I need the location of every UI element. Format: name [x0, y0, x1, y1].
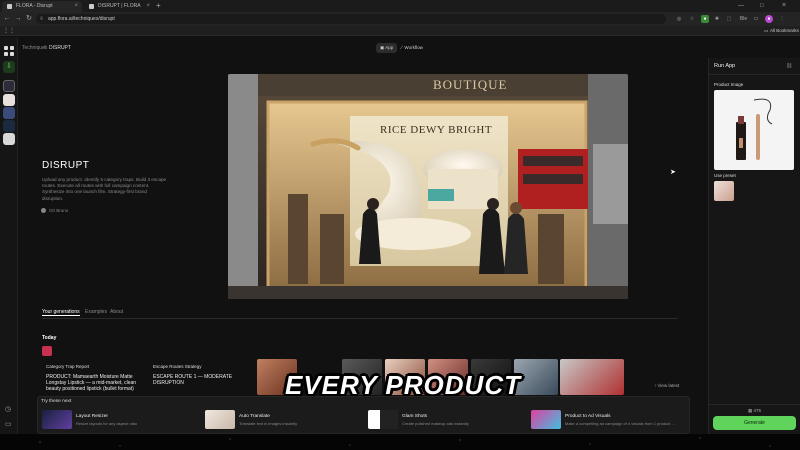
flora-favicon-icon — [89, 4, 94, 9]
run-app-title: Run App — [714, 63, 736, 69]
breadcrumb-current: DISRUPT — [49, 45, 71, 51]
tool-thumbnail[interactable] — [42, 410, 72, 429]
preset-thumbnail[interactable] — [714, 181, 734, 201]
today-heading: Today — [42, 335, 57, 341]
browser-tab-active[interactable]: DISRUPT | FLORA × — [84, 1, 154, 12]
tool-thumbnail[interactable] — [205, 410, 235, 429]
product-image-label: Product Image — [714, 82, 744, 87]
page-title: DISRUPT — [42, 160, 90, 171]
flora-favicon-icon — [7, 4, 12, 9]
tool-thumbnail[interactable] — [531, 410, 561, 429]
lipstick-product-icon — [736, 98, 773, 160]
view-latest-button[interactable]: ↑ View latest — [654, 383, 679, 388]
tab-title: DISRUPT | FLORA — [98, 3, 141, 9]
reload-icon[interactable]: ↻ — [23, 12, 35, 26]
folder-icon: ▭ — [764, 28, 769, 33]
bottom-background — [0, 434, 800, 450]
author-avatar — [41, 208, 46, 213]
tool-description: Create polished makeup ads instantly — [402, 421, 469, 426]
credits-value: 475 — [753, 408, 762, 413]
tool-thumbnail[interactable] — [368, 410, 398, 429]
breadcrumb-separator: / — [44, 45, 46, 51]
new-tab-icon[interactable]: + — [156, 0, 161, 12]
tool-description: Make a compelling ad campaign of 4 visua… — [565, 421, 675, 426]
screen: FLORA - Disrupt × DISRUPT | FLORA × + — … — [0, 0, 800, 450]
address-bar[interactable]: ⌾ app.flora.ai/techniques/disrupt — [36, 14, 666, 24]
folder-icon[interactable]: ▭ — [5, 420, 12, 428]
tab-about[interactable]: About — [110, 309, 123, 315]
project-thumb-icon[interactable] — [3, 80, 15, 92]
extension-icon[interactable]: ◎ — [675, 15, 683, 23]
tool-name[interactable]: Glam Shots — [402, 414, 427, 419]
card-tag: Category Trap Report — [46, 364, 90, 369]
product-image-upload[interactable] — [714, 90, 794, 170]
tool-description: Translate text in images instantly — [239, 421, 298, 426]
project-thumb-icon[interactable] — [3, 94, 15, 106]
generation-thumbnail[interactable] — [560, 359, 624, 395]
mouse-cursor-icon: ➤ — [670, 169, 676, 176]
card-tag: Escape Routes Strategy — [153, 364, 202, 369]
download-icon[interactable]: ⇩ — [3, 61, 15, 73]
use-preset-label: Use preset — [714, 173, 736, 178]
panel-divider — [708, 404, 800, 405]
maximize-icon[interactable]: □ — [760, 0, 764, 12]
billboard-text: RICE DEWY BRIGHT — [380, 124, 493, 136]
extension-icon[interactable]: ▭ — [752, 15, 760, 23]
extension-label-icon[interactable]: Ble — [738, 15, 749, 23]
tool-description: Resize layouts for any aspect ratio — [76, 421, 138, 426]
panel-divider — [708, 74, 800, 75]
card-text[interactable]: PRODUCT: Mamaearth Moisture Matte Longst… — [46, 374, 146, 395]
apps-grid-icon[interactable]: ⋮⋮ — [3, 27, 15, 34]
project-thumb-icon[interactable] — [3, 120, 15, 132]
extensions-puzzle-icon[interactable]: ⬚ — [725, 15, 733, 23]
all-bookmarks-link[interactable]: All Bookmarks — [770, 28, 799, 33]
workflow-toggle-button[interactable]: ⟋ Workflow — [396, 43, 427, 53]
workflow-toggle-label: Workflow — [404, 45, 423, 50]
generation-thumb[interactable] — [42, 346, 52, 356]
flora-logo-icon[interactable] — [4, 43, 14, 56]
browser-menu-icon[interactable]: ⋮ — [778, 15, 786, 23]
card-text[interactable]: ESCAPE ROUTE 1 — MODERATE DISRUPTION — [153, 374, 243, 386]
bookmark-star-icon[interactable]: ☆ — [688, 15, 696, 23]
author[interactable]: Ori Bruno — [41, 208, 68, 213]
tool-name[interactable]: Product to Ad Visuals — [565, 414, 611, 419]
tab-divider — [42, 318, 678, 319]
tool-name[interactable]: Auto Translate — [239, 414, 270, 419]
app-toggle-label: App — [385, 45, 394, 50]
profile-avatar-icon[interactable]: ● — [765, 15, 773, 23]
tool-name[interactable]: Layout Resizer — [76, 414, 108, 419]
bookmarks-bar: ⋮⋮ ▭ All Bookmarks — [0, 26, 800, 36]
close-window-icon[interactable]: × — [782, 0, 786, 12]
hero-image: BOUTIQUE RICE DEWY BRIGHT — [228, 74, 628, 299]
view-latest-label: View latest — [657, 383, 680, 388]
project-thumb-icon[interactable] — [3, 107, 15, 119]
app-toggle-button[interactable]: ▣ App — [376, 43, 398, 53]
url-text: app.flora.ai/techniques/disrupt — [48, 16, 115, 22]
extension-icon[interactable]: ✚ — [713, 15, 721, 23]
project-thumb-icon[interactable] — [3, 133, 15, 145]
tab-examples[interactable]: Examples — [85, 309, 107, 315]
store-sign-text: BOUTIQUE — [433, 77, 508, 92]
credits-count: ▦ 475 — [748, 408, 761, 414]
tab-title: FLORA - Disrupt — [16, 3, 53, 9]
try-these-heading: Try these next — [41, 399, 72, 404]
generate-button[interactable]: Generate — [713, 416, 796, 430]
browser-tab[interactable]: FLORA - Disrupt × — [2, 1, 82, 12]
tab-your-generations[interactable]: Your generations — [42, 309, 80, 316]
link-icon[interactable]: ⛓ — [786, 63, 792, 69]
browser-tab-bar: FLORA - Disrupt × DISRUPT | FLORA × + — … — [0, 0, 800, 12]
extension-green-icon[interactable]: ● — [701, 15, 709, 23]
close-icon[interactable]: × — [146, 1, 150, 12]
technique-description: Upload any product. Identify 5 category … — [42, 177, 167, 201]
history-icon[interactable]: ◷ — [5, 405, 11, 413]
minimize-icon[interactable]: — — [738, 0, 744, 12]
close-icon[interactable]: × — [74, 1, 78, 12]
site-info-icon[interactable]: ⌾ — [40, 14, 43, 24]
